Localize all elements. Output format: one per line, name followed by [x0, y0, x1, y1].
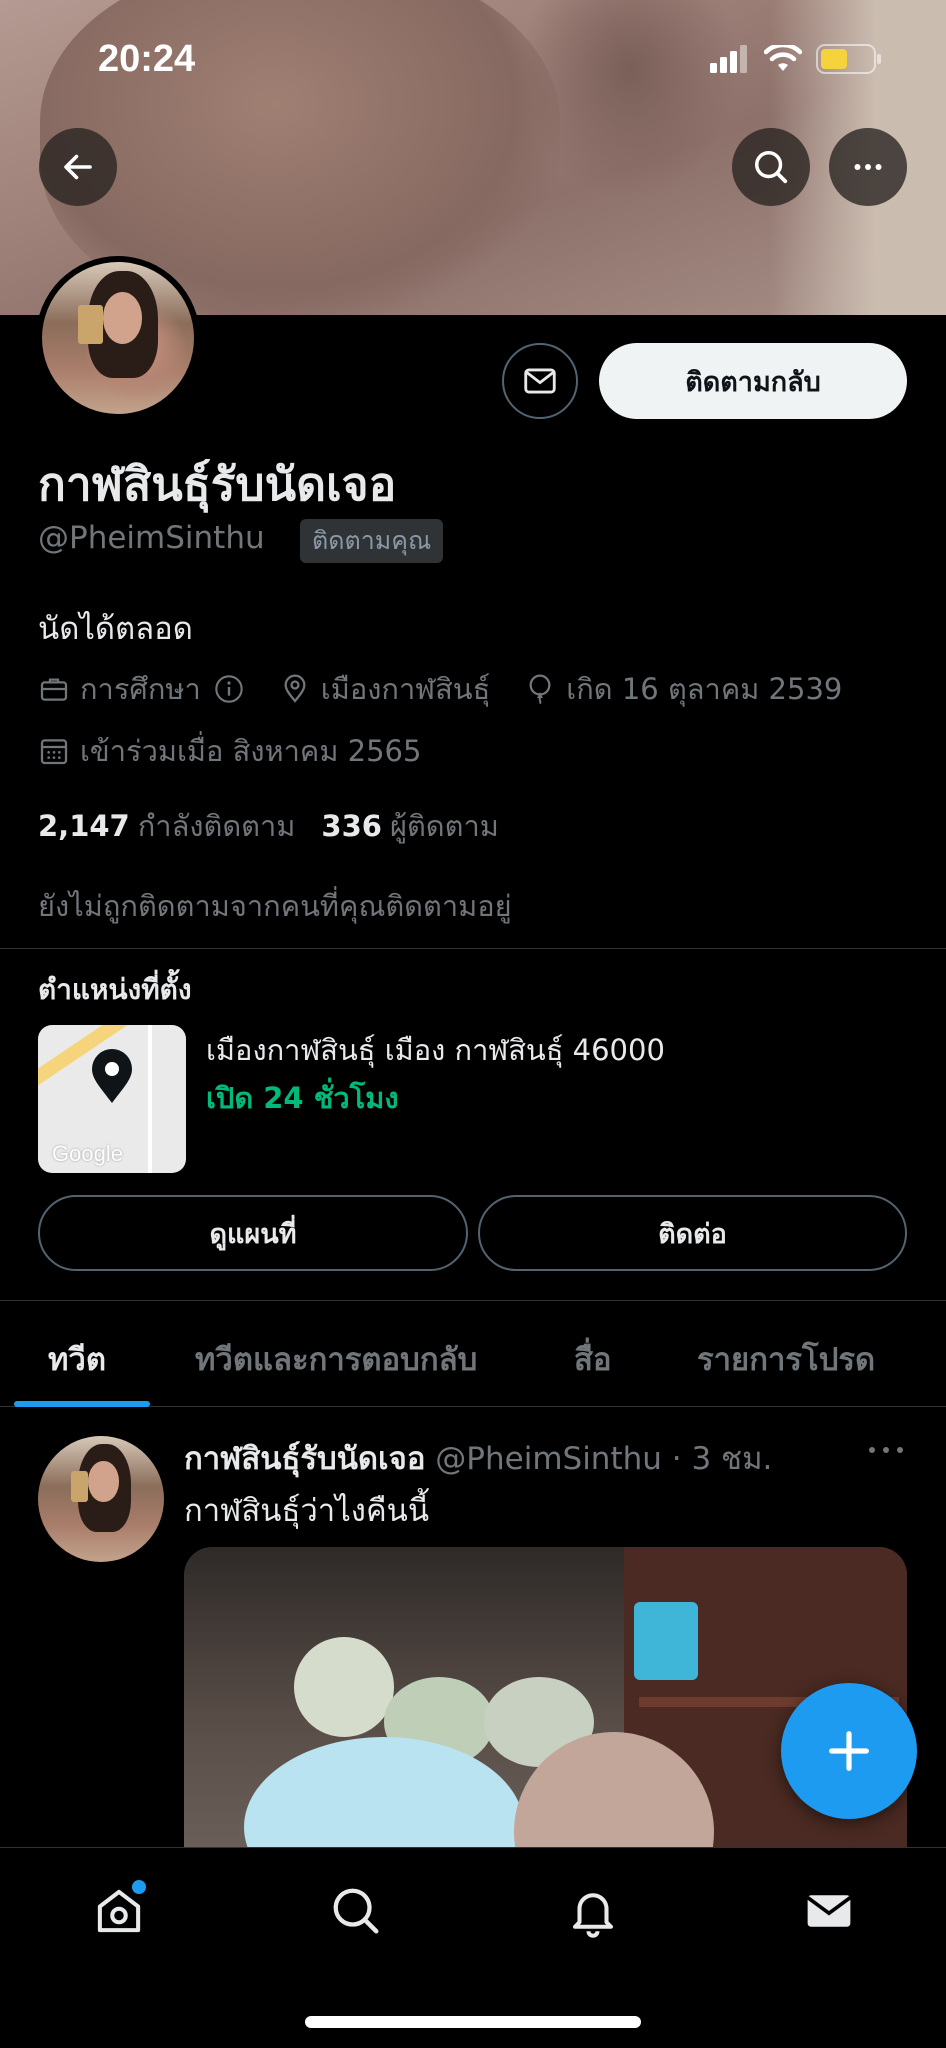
following-count: 2,147	[38, 809, 130, 843]
tweet-header: กาฬสินธุ์รับนัดเจอ @PheimSinthu · 3 ชม.	[184, 1433, 772, 1483]
map-thumbnail[interactable]: Google	[38, 1025, 186, 1173]
tab-likes[interactable]: รายการโปรด	[697, 1334, 875, 1384]
category-label: การศึกษา	[80, 672, 201, 706]
wifi-icon	[764, 45, 802, 71]
message-button[interactable]	[502, 343, 578, 419]
avatar-image	[42, 262, 194, 414]
google-logo: Google	[52, 1141, 123, 1166]
category-item[interactable]: การศึกษา	[38, 666, 245, 712]
map-pin-icon	[92, 1049, 132, 1103]
location-address: เมืองกาฬสินธุ์ เมือง กาฬสินธุ์ 46000	[206, 1033, 665, 1067]
envelope-icon	[806, 1895, 852, 1927]
follow-back-button[interactable]: ติดตามกลับ	[599, 343, 907, 419]
joined-row: เข้าร่วมเมื่อ สิงหาคม 2565	[38, 728, 455, 774]
followers-link[interactable]: 336 ผู้ติดตาม	[321, 809, 498, 843]
status-icons	[710, 44, 882, 74]
search-button[interactable]	[732, 128, 810, 206]
location-item: เมืองกาฬสินธุ์	[279, 666, 491, 712]
profile-avatar[interactable]	[36, 256, 200, 420]
nav-home[interactable]	[92, 1880, 146, 1942]
location-card-title: ตำแหน่งที่ตั้ง	[38, 973, 192, 1006]
calendar-icon	[40, 739, 68, 765]
following-link[interactable]: 2,147 กำลังติดตาม	[38, 809, 295, 843]
status-bar: 20:24	[0, 0, 946, 120]
tweet-author-name[interactable]: กาฬสินธุ์รับนัดเจอ	[184, 1441, 425, 1477]
plus-icon	[829, 1731, 869, 1771]
birthday-item: เกิด 16 ตุลาคม 2539	[524, 666, 842, 712]
compose-tweet-button[interactable]	[781, 1683, 917, 1819]
bell-icon	[572, 1893, 614, 1938]
back-button[interactable]	[39, 128, 117, 206]
cellular-signal-icon	[710, 45, 747, 73]
location-label: เมืองกาฬสินธุ์	[320, 672, 491, 706]
home-indicator	[305, 2016, 641, 2028]
followers-label: ผู้ติดตาม	[389, 809, 499, 843]
location-pin-icon	[284, 674, 306, 703]
nav-messages[interactable]	[802, 1884, 856, 1942]
briefcase-icon	[40, 678, 68, 701]
tweet-avatar[interactable]	[38, 1436, 164, 1562]
followers-count: 336	[321, 809, 382, 843]
contact-button[interactable]: ติดต่อ	[478, 1195, 907, 1271]
search-icon	[333, 1888, 379, 1934]
search-icon	[755, 151, 788, 184]
battery-icon	[816, 44, 881, 74]
follows-you-badge: ติดตามคุณ	[300, 519, 444, 563]
following-label: กำลังติดตาม	[137, 809, 296, 843]
notification-dot	[132, 1880, 146, 1894]
tweet-more-button[interactable]	[866, 1438, 906, 1466]
nav-search[interactable]	[329, 1884, 383, 1942]
tweet-text: กาฬสินธุ์ว่าไงคืนนี้	[184, 1493, 430, 1529]
balloon-icon	[529, 674, 551, 705]
profile-bio: นัดได้ตลอด	[38, 611, 193, 647]
divider	[0, 948, 946, 949]
follow-counts: 2,147 กำลังติดตาม 336 ผู้ติดตาม	[38, 803, 499, 849]
not-followed-text: ยังไม่ถูกติดตามจากคนที่คุณติดตามอยู่	[38, 889, 512, 923]
info-icon[interactable]	[213, 673, 245, 705]
tab-tweets-replies[interactable]: ทวีตและการตอบกลับ	[195, 1334, 477, 1384]
active-tab-indicator	[14, 1401, 150, 1407]
joined-label: เข้าร่วมเมื่อ สิงหาคม 2565	[80, 734, 422, 768]
profile-meta-row: การศึกษา เมืองกาฬสินธุ์ เกิด 16 ตุลาคม 2…	[38, 666, 876, 712]
arrow-left-icon	[64, 154, 92, 180]
display-name: กาฬสินธุ์รับนัดเจอ	[38, 457, 397, 511]
view-map-button[interactable]: ดูแผนที่	[38, 1195, 468, 1271]
joined-item: เข้าร่วมเมื่อ สิงหาคม 2565	[38, 728, 421, 774]
more-horizontal-icon	[854, 164, 882, 170]
location-hours: เปิด 24 ชั่วโมง	[206, 1081, 399, 1115]
tweet-media[interactable]	[184, 1547, 907, 1847]
nav-notifications[interactable]	[566, 1884, 620, 1942]
tab-media[interactable]: สื่อ	[574, 1334, 612, 1384]
tab-tweets[interactable]: ทวีต	[48, 1334, 106, 1384]
status-time: 20:24	[98, 38, 196, 80]
birthday-label: เกิด 16 ตุลาคม 2539	[566, 672, 843, 706]
tweet-author-meta: @PheimSinthu · 3 ชม.	[425, 1441, 773, 1477]
more-horizontal-icon	[869, 1447, 903, 1453]
more-button[interactable]	[829, 128, 907, 206]
mail-icon	[524, 368, 556, 394]
divider	[0, 1300, 946, 1301]
profile-tabs: ทวีต ทวีตและการตอบกลับ สื่อ รายการโปรด	[0, 1302, 946, 1407]
profile-handle: @PheimSinthu	[38, 520, 265, 556]
